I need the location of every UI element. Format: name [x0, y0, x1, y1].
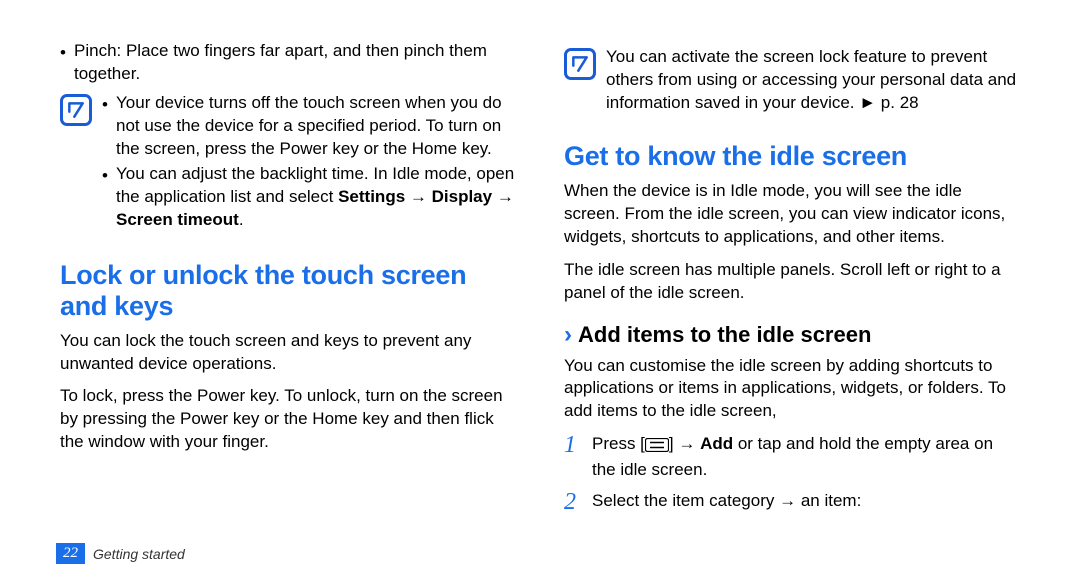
page-footer: 22 Getting started [56, 543, 185, 564]
para-lock-2: To lock, press the Power key. To unlock,… [60, 385, 516, 454]
para-add-items: You can customise the idle screen by add… [564, 355, 1020, 424]
heading-idle-screen: Get to know the idle screen [564, 141, 1020, 172]
note-screenlock-text: You can activate the screen lock feature… [606, 46, 1020, 115]
note-icon [564, 48, 596, 80]
step-1: 1 Press [] → Add or tap and hold the emp… [564, 433, 1020, 482]
step-number-2: 2 [564, 490, 592, 514]
step2-text: Select the item category → an item: [592, 490, 1020, 514]
note-bullet-1: • Your device turns off the touch screen… [102, 92, 516, 161]
note-box-device: • Your device turns off the touch screen… [60, 92, 516, 234]
note-bullet-2: • You can adjust the backlight time. In … [102, 163, 516, 232]
para-idle-1: When the device is in Idle mode, you wil… [564, 180, 1020, 249]
bullet-pinch: • Pinch: Place two fingers far apart, an… [60, 40, 516, 86]
note2-settings: Settings [338, 187, 405, 206]
subheading-text: Add items to the idle screen [578, 322, 871, 348]
para-lock-1: You can lock the touch screen and keys t… [60, 330, 516, 376]
heading-lock-unlock: Lock or unlock the touch screen and keys [60, 260, 516, 322]
menu-key-icon [645, 436, 669, 459]
note2-display: Display [432, 187, 492, 206]
note-icon [60, 94, 92, 126]
chevron-icon: › [564, 321, 572, 349]
bullet-dot: • [60, 40, 74, 86]
step-number-1: 1 [564, 433, 592, 482]
footer-section: Getting started [93, 546, 185, 562]
step-2: 2 Select the item category → an item: [564, 490, 1020, 514]
bullet-text: Pinch: Place two fingers far apart, and … [74, 40, 516, 86]
para-idle-2: The idle screen has multiple panels. Scr… [564, 259, 1020, 305]
step1-add: Add [700, 434, 733, 453]
step1-pre: Press [ [592, 434, 645, 453]
note2-timeout: Screen timeout [116, 210, 239, 229]
page-number: 22 [56, 543, 85, 564]
note-box-screenlock: You can activate the screen lock feature… [564, 46, 1020, 115]
subheading-add-items: › Add items to the idle screen [564, 321, 1020, 349]
